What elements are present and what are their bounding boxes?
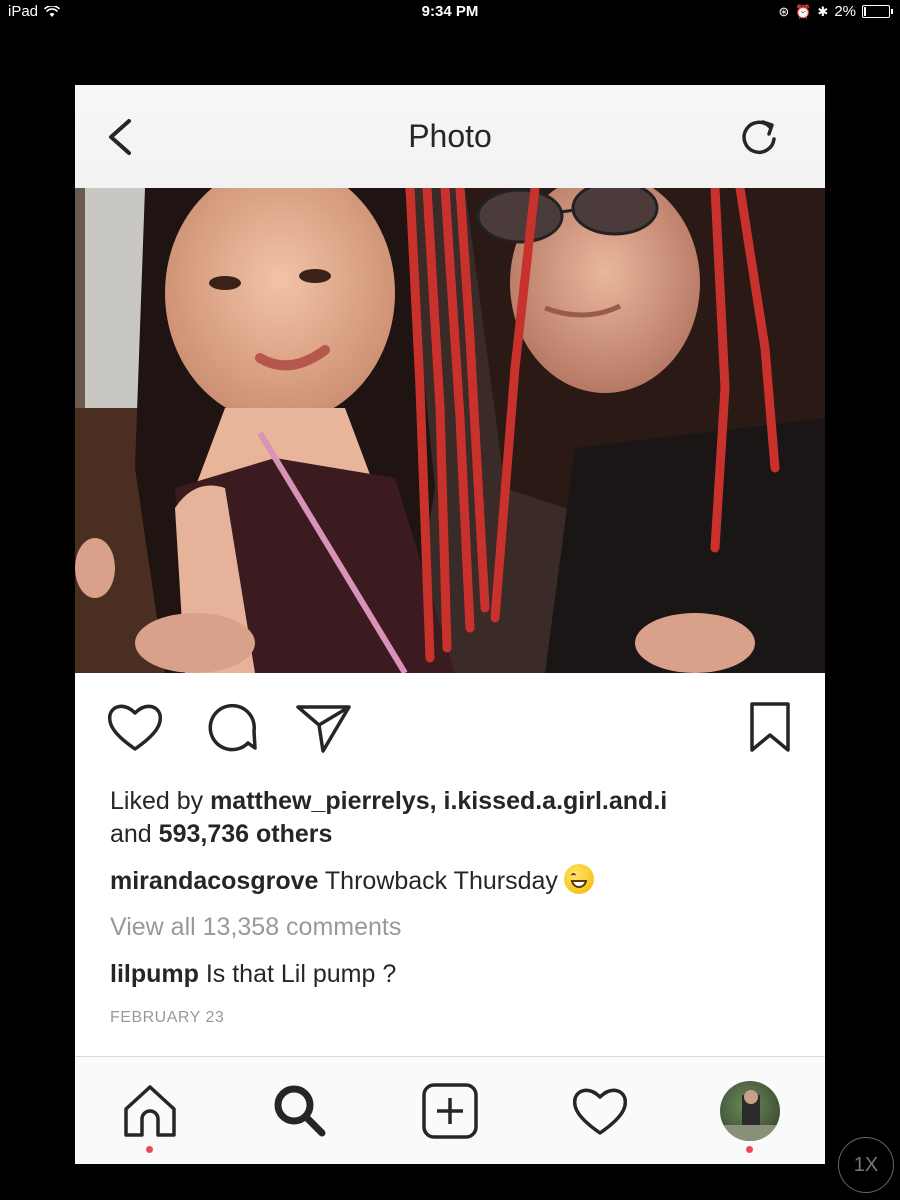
bookmark-icon[interactable] xyxy=(740,697,800,757)
page-title: Photo xyxy=(408,118,492,154)
nav-bar: Photo xyxy=(75,85,825,189)
post-caption: mirandacosgrove Throwback Thursday xyxy=(110,864,594,897)
and-label: and xyxy=(110,820,159,848)
photo-image xyxy=(75,188,825,673)
bluetooth-icon: ✱ xyxy=(817,3,829,19)
activity-heart-icon[interactable] xyxy=(570,1081,630,1141)
liked-user-link[interactable]: i.kissed.a.girl.and.i xyxy=(444,787,668,815)
new-post-plus-icon[interactable] xyxy=(420,1081,480,1141)
caption-text: Throwback Thursday xyxy=(318,867,558,895)
zoom-1x-button[interactable]: 1X xyxy=(838,1137,894,1193)
alarm-icon: ⏰ xyxy=(795,3,812,19)
liked-by-label: Liked by xyxy=(110,787,211,815)
instagram-app: Photo Liked by matthew_pierrelys, i.kiss… xyxy=(75,85,825,1164)
author-username[interactable]: mirandacosgrove xyxy=(110,867,318,895)
likes-summary: Liked by matthew_pierrelys, i.kissed.a.g… xyxy=(110,785,790,851)
battery-icon xyxy=(862,5,893,18)
post-photo[interactable] xyxy=(75,188,825,673)
refresh-icon[interactable] xyxy=(735,113,783,161)
likes-count-link[interactable]: 593,736 others xyxy=(159,820,333,848)
profile-notification-dot xyxy=(746,1146,753,1153)
rotation-lock-icon: ⊛ xyxy=(778,3,790,19)
like-heart-icon[interactable] xyxy=(105,697,165,757)
post-date: FEBRUARY 23 xyxy=(110,1009,225,1026)
battery-percent: 2% xyxy=(834,3,856,20)
share-send-icon[interactable] xyxy=(293,697,353,757)
comment-username[interactable]: lilpump xyxy=(110,960,199,988)
comment-bubble-icon[interactable] xyxy=(200,697,260,757)
avatar-image xyxy=(720,1090,780,1141)
view-all-comments-link[interactable]: View all 13,358 comments xyxy=(110,913,401,942)
home-icon[interactable] xyxy=(120,1081,180,1141)
search-icon[interactable] xyxy=(270,1081,330,1141)
status-bar: iPad 9:34 PM ⊛ ⏰ ✱ 2% xyxy=(0,0,900,24)
liked-separator: , xyxy=(429,787,444,815)
liked-user-link[interactable]: matthew_pierrelys xyxy=(210,787,430,815)
post-actions xyxy=(75,697,825,759)
comment-row: lilpump Is that Lil pump ? xyxy=(110,960,396,989)
grinning-face-emoji-icon xyxy=(563,864,594,895)
home-notification-dot xyxy=(146,1146,153,1153)
profile-avatar[interactable] xyxy=(720,1081,780,1141)
status-time: 9:34 PM xyxy=(421,3,479,20)
comment-text: Is that Lil pump ? xyxy=(198,960,397,988)
tab-bar xyxy=(75,1056,825,1164)
